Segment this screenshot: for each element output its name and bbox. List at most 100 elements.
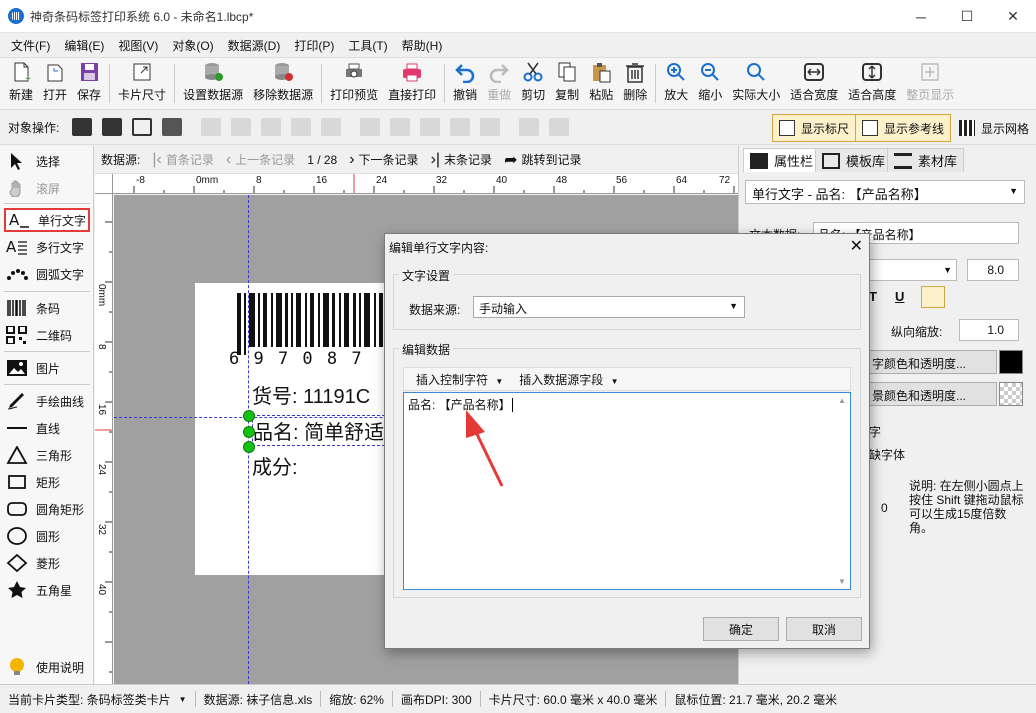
guide-line-vertical[interactable] bbox=[248, 195, 249, 684]
ungroup-icon[interactable] bbox=[549, 118, 570, 136]
tool-single-line-text[interactable]: A 单行文字 bbox=[4, 208, 90, 232]
align-left-icon[interactable] bbox=[201, 118, 222, 136]
font-family-select[interactable]: ▼ bbox=[869, 259, 957, 281]
set-datasource-button[interactable]: 设置数据源 bbox=[178, 58, 248, 109]
menu-print[interactable]: 打印(P) bbox=[287, 33, 341, 57]
tool-select[interactable]: 选择 bbox=[4, 149, 90, 173]
new-button[interactable]: + 新建 bbox=[4, 58, 38, 109]
dialog-close-icon[interactable]: ✕ bbox=[850, 236, 863, 256]
tab-assets[interactable]: 素材库 bbox=[887, 148, 965, 172]
tab-properties[interactable]: 属性栏 bbox=[743, 148, 821, 172]
open-button[interactable]: 打开 bbox=[38, 58, 72, 109]
copy-button[interactable]: 复制 bbox=[550, 58, 584, 109]
resize-handle[interactable] bbox=[243, 410, 255, 422]
tool-qrcode[interactable]: 二维码 bbox=[4, 323, 90, 347]
tool-barcode[interactable]: 条码 bbox=[4, 296, 90, 320]
tool-freehand[interactable]: 手绘曲线 bbox=[4, 389, 90, 413]
tool-rect[interactable]: 矩形 bbox=[4, 470, 90, 494]
align-left-text-button[interactable] bbox=[921, 286, 945, 308]
distribute-horizontal-icon[interactable] bbox=[291, 118, 312, 136]
full-page-button[interactable]: 整页显示 bbox=[901, 58, 959, 109]
vscale-spinner[interactable]: 1.0 bbox=[959, 319, 1019, 341]
align-middle-icon[interactable] bbox=[390, 118, 411, 136]
tool-multi-line-text[interactable]: A 多行文字 bbox=[4, 235, 90, 259]
align-right-icon[interactable] bbox=[261, 118, 282, 136]
tool-image[interactable]: 图片 bbox=[4, 356, 90, 380]
menu-object[interactable]: 对象(O) bbox=[165, 33, 220, 57]
object-selector[interactable]: 单行文字 - 品名: 【产品名称】 ▼ bbox=[745, 180, 1025, 204]
resize-handle[interactable] bbox=[243, 441, 255, 453]
space-vertical-icon[interactable] bbox=[480, 118, 501, 136]
underline-button[interactable]: U bbox=[895, 289, 904, 304]
label-product-name[interactable]: 品名: 简单舒适 bbox=[252, 415, 386, 446]
last-record-button[interactable]: ›| 末条记录 bbox=[431, 151, 493, 169]
rotate-handle[interactable] bbox=[243, 426, 255, 438]
align-center-icon[interactable] bbox=[231, 118, 252, 136]
show-ruler-toggle[interactable]: 显示标尺 bbox=[772, 114, 857, 142]
tool-arc-text[interactable]: 圆弧文字 bbox=[4, 262, 90, 286]
cancel-button[interactable]: 取消 bbox=[786, 617, 862, 641]
barcode-graphic[interactable] bbox=[235, 293, 395, 355]
zoom-in-button[interactable]: 放大 bbox=[659, 58, 693, 109]
background-color-button[interactable]: 景颜色和透明度... bbox=[869, 382, 997, 406]
menu-tools[interactable]: 工具(T) bbox=[341, 33, 394, 57]
bring-forward-icon[interactable] bbox=[102, 118, 123, 136]
zoom-out-button[interactable]: 缩小 bbox=[693, 58, 727, 109]
space-horizontal-icon[interactable] bbox=[321, 118, 342, 136]
data-source-select[interactable]: 手动输入 ▼ bbox=[473, 296, 745, 318]
insert-datasource-field-button[interactable]: 插入数据源字段 ▼ bbox=[513, 371, 618, 388]
prev-record-button[interactable]: ‹ 上一条记录 bbox=[226, 151, 295, 169]
tool-circle[interactable]: 圆形 bbox=[4, 524, 90, 548]
vertical-ruler[interactable]: 0mm 8 16 24 32 40 bbox=[95, 194, 113, 684]
cut-button[interactable]: 剪切 bbox=[516, 58, 550, 109]
minimize-button[interactable]: ─ bbox=[898, 0, 944, 33]
tab-templates[interactable]: 模板库 bbox=[815, 148, 893, 172]
card-type-status[interactable]: 当前卡片类型: 条码标签类卡片 bbox=[8, 691, 171, 708]
align-top-icon[interactable] bbox=[360, 118, 381, 136]
tool-round-rect[interactable]: 圆角矩形 bbox=[4, 497, 90, 521]
tool-star[interactable]: 五角星 bbox=[4, 578, 90, 602]
next-record-button[interactable]: › 下一条记录 bbox=[349, 151, 418, 169]
save-button[interactable]: 保存 bbox=[72, 58, 106, 109]
actual-size-button[interactable]: 实际大小 bbox=[727, 58, 785, 109]
show-grid-toggle[interactable]: 显示网格 bbox=[952, 114, 1036, 142]
transparent-swatch[interactable] bbox=[999, 382, 1023, 406]
text-color-button[interactable]: 字颜色和透明度... bbox=[869, 350, 997, 374]
redo-button[interactable]: 重做 bbox=[482, 58, 516, 109]
menu-datasource[interactable]: 数据源(D) bbox=[221, 33, 288, 57]
label-item-number[interactable]: 货号: 11191C bbox=[252, 380, 370, 409]
group-icon[interactable] bbox=[519, 118, 540, 136]
show-guides-toggle[interactable]: 显示参考线 bbox=[855, 114, 952, 142]
strikethrough-button[interactable]: T bbox=[869, 289, 877, 304]
fit-width-button[interactable]: 适合宽度 bbox=[785, 58, 843, 109]
goto-record-button[interactable]: ➦ 跳转到记录 bbox=[504, 150, 581, 170]
label-composition[interactable]: 成分: bbox=[252, 451, 298, 480]
menu-edit[interactable]: 编辑(E) bbox=[57, 33, 111, 57]
send-backward-icon[interactable] bbox=[132, 118, 153, 136]
menu-help[interactable]: 帮助(H) bbox=[395, 33, 450, 57]
align-center-text-button[interactable] bbox=[949, 286, 973, 308]
align-right-text-button[interactable] bbox=[977, 286, 1001, 308]
fit-height-button[interactable]: 适合高度 bbox=[843, 58, 901, 109]
editor-scrollbar[interactable]: ▲ ▼ bbox=[835, 394, 849, 588]
direct-print-button[interactable]: 直接打印 bbox=[383, 58, 441, 109]
card-size-button[interactable]: 卡片尺寸 bbox=[113, 58, 171, 109]
paste-button[interactable]: 粘贴 bbox=[584, 58, 618, 109]
delete-button[interactable]: 删除 bbox=[618, 58, 652, 109]
maximize-button[interactable]: ☐ bbox=[944, 0, 990, 33]
text-color-swatch[interactable] bbox=[999, 350, 1023, 374]
scroll-up-icon[interactable]: ▲ bbox=[838, 396, 846, 405]
font-size-spinner[interactable]: 8.0 bbox=[967, 259, 1019, 281]
align-bottom-icon[interactable] bbox=[420, 118, 441, 136]
menu-view[interactable]: 视图(V) bbox=[111, 33, 165, 57]
insert-control-char-button[interactable]: 插入控制字符 ▼ bbox=[410, 371, 503, 388]
tool-triangle[interactable]: 三角形 bbox=[4, 443, 90, 467]
tool-scroll[interactable]: 滚屏 bbox=[4, 176, 90, 200]
horizontal-ruler[interactable]: -8 0mm 8 16 24 32 40 48 56 64 72 bbox=[113, 174, 738, 194]
help-button[interactable]: 使用说明 bbox=[4, 655, 90, 679]
tool-diamond[interactable]: 菱形 bbox=[4, 551, 90, 575]
close-window-button[interactable]: ✕ bbox=[990, 0, 1036, 33]
justify-text-button[interactable] bbox=[1003, 286, 1027, 308]
text-content-editor[interactable]: 品名: 【产品名称】 ▲ ▼ bbox=[403, 392, 851, 590]
distribute-vertical-icon[interactable] bbox=[450, 118, 471, 136]
